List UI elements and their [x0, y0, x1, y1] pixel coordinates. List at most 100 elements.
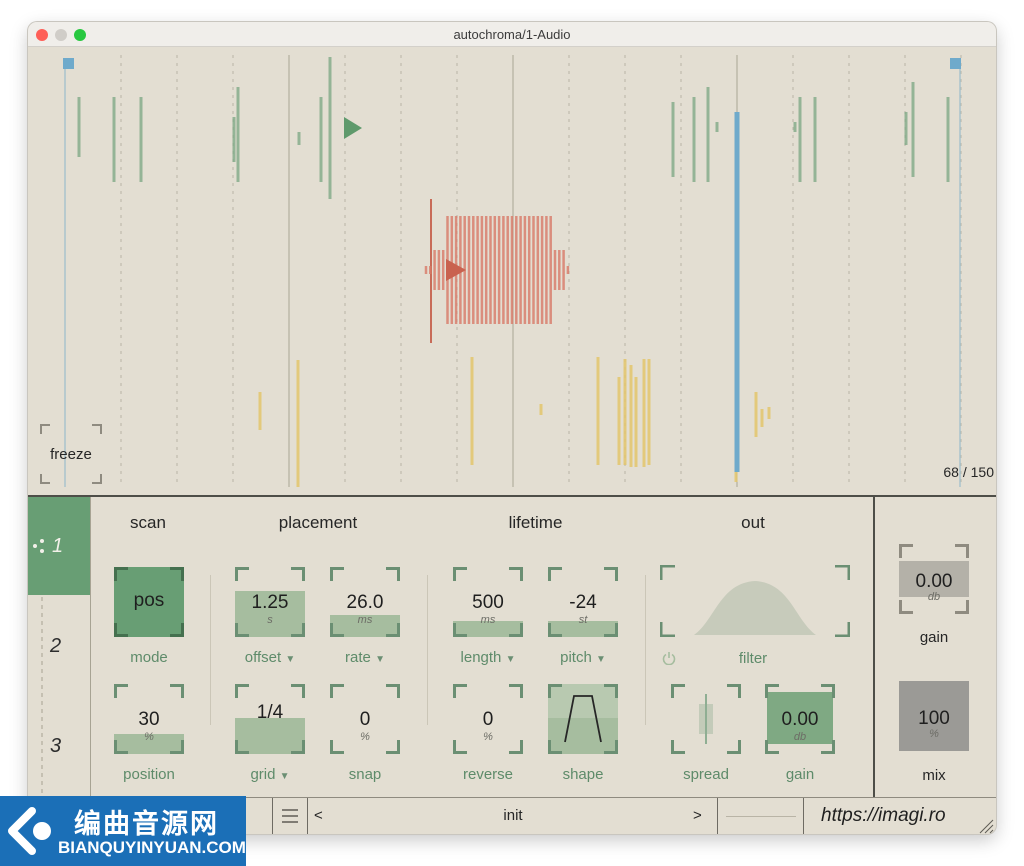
mix-value: 100	[918, 708, 950, 729]
master-gain-value: 0.00	[915, 571, 953, 592]
chevron-down-icon: ▼	[375, 654, 385, 665]
tab-layer-2[interactable]: 2	[28, 597, 90, 695]
length-label: length	[460, 649, 502, 666]
snap-knob[interactable]: 0 %	[330, 684, 400, 754]
pitch-value: -24	[569, 592, 597, 613]
grid-value: 1/4	[256, 702, 284, 723]
preset-next-button[interactable]: >	[693, 807, 702, 824]
pitch-dropdown[interactable]: pitch ▼	[543, 649, 623, 666]
mix-unit: %	[929, 728, 939, 740]
length-unit: ms	[480, 614, 496, 626]
preset-prev-button[interactable]: <	[314, 807, 323, 824]
preset-name[interactable]: init	[448, 807, 578, 824]
window-title: autochroma/1-Audio	[453, 27, 571, 42]
rate-value: 26.0	[346, 592, 384, 613]
shape-label: shape	[562, 766, 604, 783]
snap-label: snap	[348, 766, 382, 783]
shape-control[interactable]	[548, 684, 618, 754]
chevron-down-icon: ▼	[279, 771, 290, 782]
position-unit: %	[144, 731, 154, 743]
scan-end-handle	[950, 58, 961, 69]
mix-label: mix	[922, 767, 946, 784]
spread-label: spread	[683, 766, 729, 783]
rate-knob[interactable]: 26.0 ms	[330, 567, 400, 637]
rate-label: rate	[345, 649, 371, 666]
gain-label: gain	[785, 766, 815, 783]
chevron-down-icon: ▼	[505, 654, 516, 665]
gain-value: 0.00	[781, 709, 819, 730]
divider	[210, 575, 211, 725]
filter-label: filter	[738, 650, 768, 667]
offset-unit: s	[267, 614, 273, 626]
offset-dropdown[interactable]: offset ▼	[230, 649, 310, 666]
watermark-logo-icon	[8, 807, 51, 855]
grain-count-total: 150	[970, 464, 994, 480]
freeze-button[interactable]: freeze	[40, 424, 102, 484]
mode-value: pos	[133, 590, 165, 611]
grain-counter: 68 / 150	[914, 464, 994, 480]
watermark-brand: 编曲音源网	[74, 809, 219, 839]
title-bar: autochroma/1-Audio	[28, 22, 996, 47]
position-value: 30	[138, 709, 160, 730]
divider	[307, 798, 308, 834]
rate-unit: ms	[357, 614, 373, 626]
offset-value: 1.25	[251, 592, 289, 613]
grain-display[interactable]	[28, 47, 996, 495]
offset-label: offset	[244, 649, 282, 666]
freeze-label: freeze	[50, 446, 92, 463]
spread-knob[interactable]	[671, 684, 741, 754]
section-out: out	[741, 513, 765, 532]
tab-layer-3[interactable]: 3	[28, 697, 90, 795]
grain-count-separator: /	[962, 464, 967, 480]
divider	[717, 798, 718, 834]
grid-dropdown[interactable]: grid ▼	[230, 766, 310, 783]
divider	[803, 798, 804, 834]
reverse-unit: %	[483, 731, 493, 743]
scan-start-handle	[63, 58, 74, 69]
master-gain-knob[interactable]: 0.00 db	[899, 544, 969, 614]
control-panel: 1 2 3 scan placement lifetime out pos mo…	[28, 495, 996, 799]
section-lifetime: lifetime	[508, 513, 563, 532]
snap-value: 0	[359, 709, 371, 730]
mode-selector[interactable]: pos	[114, 567, 184, 637]
rate-dropdown[interactable]: rate ▼	[325, 649, 405, 666]
reverse-knob[interactable]: 0 %	[453, 684, 523, 754]
tab-dashed-guide	[41, 597, 43, 797]
filter-power-icon[interactable]	[662, 651, 676, 665]
divider	[645, 575, 646, 725]
chevron-down-icon: ▼	[595, 654, 606, 665]
filter-curve-icon	[660, 565, 850, 637]
filter-control[interactable]	[660, 565, 850, 637]
menu-button[interactable]	[273, 798, 306, 834]
offset-knob[interactable]: 1.25 s	[235, 567, 305, 637]
length-dropdown[interactable]: length ▼	[448, 649, 528, 666]
section-scan: scan	[130, 513, 166, 532]
website-link[interactable]: https://imagi.ro	[821, 805, 946, 827]
reverse-label: reverse	[462, 766, 514, 783]
grid-knob[interactable]: 1/4	[235, 684, 305, 754]
mix-knob[interactable]: 100 %	[899, 681, 969, 751]
master-section: 0.00 db gain 100 % mix	[873, 497, 996, 799]
resize-grip-icon[interactable]	[978, 818, 994, 834]
divider	[427, 575, 428, 725]
watermark-badge: 编曲音源网 BIANQUYINYUAN.COM	[0, 796, 246, 866]
position-label: position	[123, 766, 175, 783]
section-placement: placement	[278, 513, 358, 532]
grain-count-current: 68	[943, 464, 959, 480]
length-knob[interactable]: 500 ms	[453, 567, 523, 637]
pitch-label: pitch	[560, 649, 592, 666]
pitch-knob[interactable]: -24 st	[548, 567, 618, 637]
grain-play-marker	[344, 117, 362, 139]
position-knob[interactable]: 30 %	[114, 684, 184, 754]
length-value: 500	[472, 592, 504, 613]
gain-unit: db	[793, 731, 807, 743]
gain-knob[interactable]: 0.00 db	[765, 684, 835, 754]
spread-center	[705, 694, 707, 744]
layer-tabs: 1 2 3	[28, 497, 91, 799]
hamburger-icon	[282, 809, 298, 823]
grain-visualizer[interactable]: freeze 68 / 150	[28, 47, 996, 495]
tab-layer-1[interactable]: 1	[28, 497, 90, 595]
pitch-unit: st	[578, 614, 588, 626]
tab-layer-1-label: 1	[52, 535, 64, 557]
window-shape-icon	[564, 695, 602, 743]
